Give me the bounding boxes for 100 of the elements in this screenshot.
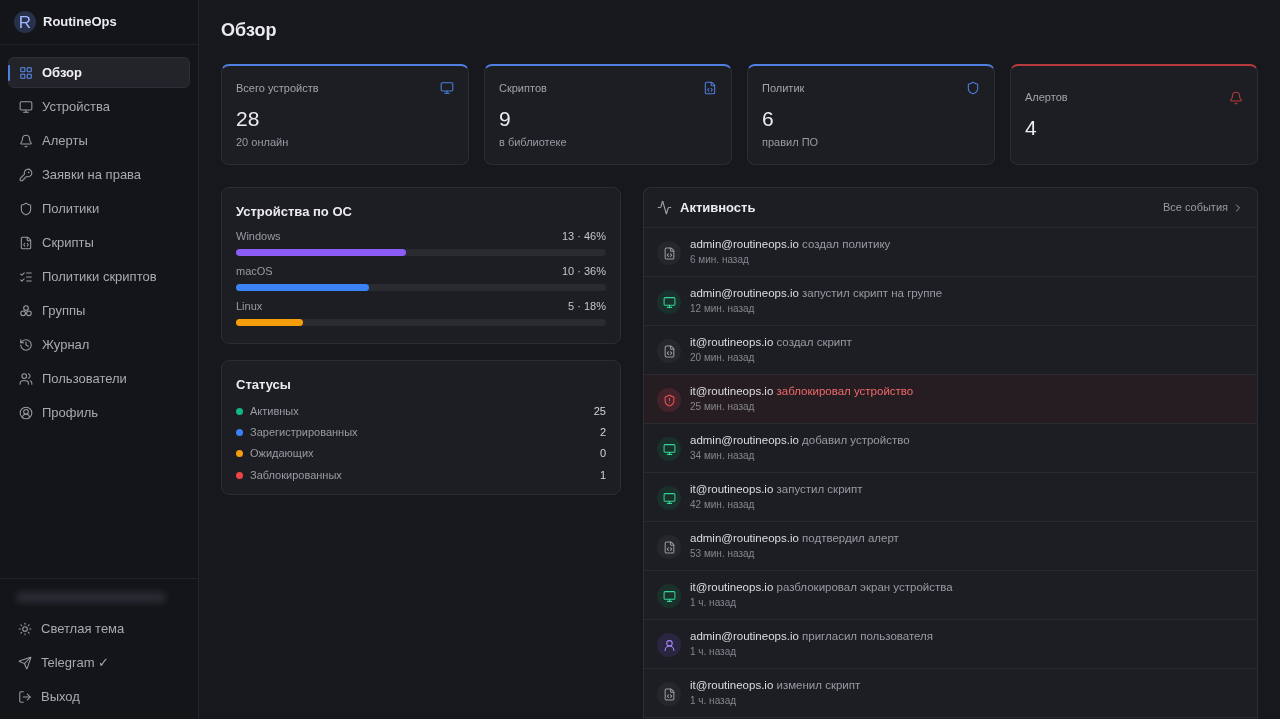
stat-value: 9	[499, 105, 512, 132]
activity-row[interactable]: admin@routineops.io подтвердил алерт 53 мин. назад	[644, 522, 1257, 571]
shield-icon	[19, 201, 33, 216]
os-name: Linux	[236, 298, 263, 313]
nav-item[interactable]: Группы	[8, 295, 190, 326]
status-count: 2	[599, 425, 606, 441]
send-icon	[18, 655, 32, 670]
os-name: macOS	[236, 263, 273, 278]
all-events-link[interactable]: Все события	[1162, 199, 1244, 216]
activity-row[interactable]: it@routineops.io разблокировал экран устройства 1 ч. назад	[644, 571, 1257, 620]
list-checks-icon	[19, 269, 33, 284]
activity-time: 12 мин. назад	[690, 302, 756, 316]
circles-icon	[19, 303, 33, 318]
activity-time: 25 мин. назад	[690, 400, 756, 414]
file-code-icon	[703, 81, 717, 96]
monitor-icon	[657, 437, 681, 461]
stat-label: Скриптов	[499, 81, 547, 96]
file-code-icon	[657, 535, 681, 559]
activity-icon	[657, 200, 672, 215]
activity-row[interactable]: admin@routineops.io запустил скрипт на группе 12 мин. назад	[644, 277, 1257, 326]
stat-value: 6	[762, 105, 775, 132]
activity-time: 1 ч. назад	[690, 694, 738, 708]
file-code-icon	[657, 241, 681, 265]
nav-item[interactable]: Политики	[8, 193, 190, 224]
nav-item[interactable]: Пользователи	[8, 363, 190, 394]
nav-item[interactable]: Алерты	[8, 125, 190, 156]
status-count: 25	[593, 403, 606, 419]
activity-row[interactable]: it@routineops.io запустил скрипт 42 мин. назад	[644, 473, 1257, 522]
stat-caption: правил ПО	[762, 134, 820, 150]
activity-text: it@routineops.io изменил скрипт	[690, 678, 861, 693]
monitor-icon	[19, 99, 33, 114]
stat-caption: 20 онлайн	[236, 134, 290, 150]
stat-label: Всего устройств	[236, 81, 319, 96]
activity-text: it@routineops.io разблокировал экран устройства	[690, 580, 953, 595]
monitor-icon	[440, 81, 454, 96]
file-code-icon	[657, 339, 681, 363]
os-name: Windows	[236, 228, 281, 243]
activity-text: admin@routineops.io запустил скрипт на группе	[690, 286, 943, 301]
app-name: RoutineOps	[43, 13, 117, 32]
activity-row[interactable]: it@routineops.io изменил скрипт 1 ч. назад	[644, 669, 1257, 718]
activity-time: 34 мин. назад	[690, 449, 756, 463]
stat-label: Алертов	[1025, 90, 1068, 106]
activity-row[interactable]: admin@routineops.io добавил устройство 34 мин. назад	[644, 424, 1257, 473]
activity-time: 42 мин. назад	[690, 498, 756, 512]
os-reading: 5 · 18%	[568, 298, 606, 313]
shield-icon	[966, 81, 980, 96]
bell-icon	[1229, 90, 1243, 105]
key-icon	[19, 167, 33, 182]
footer-item[interactable]: Выход	[8, 681, 190, 712]
activity-text: admin@routineops.io пригласил пользователя	[690, 629, 934, 644]
activity-time: 53 мин. назад	[690, 547, 756, 561]
status-count: 1	[599, 467, 606, 483]
file-code-icon	[657, 682, 681, 706]
activity-text: admin@routineops.io подтвердил алерт	[690, 531, 899, 546]
activity-text: admin@routineops.io добавил устройство	[690, 433, 910, 448]
footer-item[interactable]: Telegram ✓	[8, 647, 190, 678]
card-title: Статусы	[236, 376, 292, 394]
activity-text: it@routineops.io создал скрипт	[690, 335, 852, 350]
activity-time: 1 ч. назад	[690, 645, 738, 659]
monitor-icon	[657, 290, 681, 314]
nav-item[interactable]: Журнал	[8, 329, 190, 360]
os-reading: 13 · 46%	[561, 228, 606, 243]
status-label: Активных	[250, 403, 299, 419]
status-label: Заблокированных	[250, 467, 342, 483]
activity-row[interactable]: admin@routineops.io пригласил пользователя 1 ч. назад	[644, 620, 1257, 669]
logo: R	[14, 11, 36, 33]
monitor-icon	[657, 584, 681, 608]
os-reading: 10 · 36%	[561, 263, 606, 278]
card-title: Устройства по ОС	[236, 203, 353, 221]
card-title: Активность	[680, 198, 756, 217]
status-label: Ожидающих	[250, 446, 314, 462]
activity-row[interactable]: it@routineops.io заблокировал устройство 25 мин. назад	[644, 375, 1257, 424]
activity-time: 20 мин. назад	[690, 351, 756, 365]
stat-label: Политик	[762, 81, 805, 96]
nav-item[interactable]: Устройства	[8, 91, 190, 122]
stat-value: 28	[236, 105, 261, 132]
activity-text: it@routineops.io запустил скрипт	[690, 482, 863, 497]
activity-time: 6 мин. назад	[690, 253, 750, 267]
status-label: Зарегистрированных	[250, 425, 358, 441]
user-circle-icon	[19, 405, 33, 420]
footer-item[interactable]: Светлая тема	[8, 613, 190, 644]
user-icon	[657, 633, 681, 657]
monitor-icon	[657, 486, 681, 510]
history-icon	[19, 337, 33, 352]
nav-item[interactable]: Профиль	[8, 397, 190, 428]
activity-text: admin@routineops.io создал политику	[690, 237, 891, 252]
nav-item[interactable]: Обзор	[8, 57, 190, 88]
nav-item[interactable]: Политики скриптов	[8, 261, 190, 292]
activity-row[interactable]: admin@routineops.io создал политику 6 мин. назад	[644, 228, 1257, 277]
logout-icon	[18, 689, 32, 704]
bell-icon	[19, 133, 33, 148]
nav-item[interactable]: Скрипты	[8, 227, 190, 258]
stat-value: 4	[1025, 114, 1038, 141]
shield-alert-icon	[657, 388, 681, 412]
activity-text: it@routineops.io заблокировал устройство	[690, 384, 914, 399]
file-code-icon	[19, 235, 33, 250]
nav-item[interactable]: Заявки на права	[8, 159, 190, 190]
active-indicator	[8, 65, 10, 81]
stat-caption: в библиотеке	[499, 134, 568, 150]
sun-icon	[18, 621, 32, 636]
